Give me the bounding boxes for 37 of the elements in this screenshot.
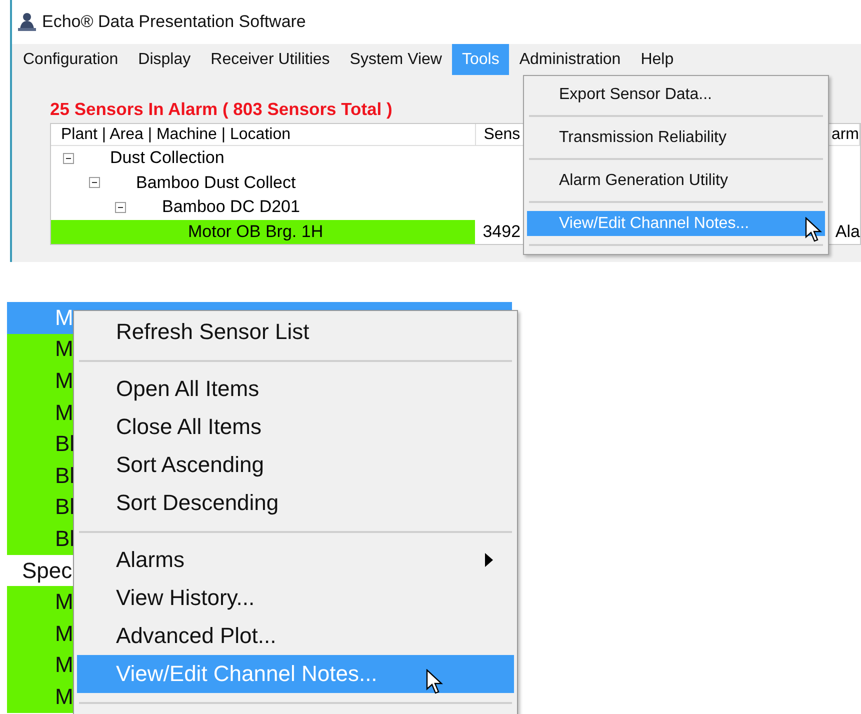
cursor-icon (805, 217, 823, 243)
menu-option[interactable]: Close All Items (77, 408, 514, 446)
collapse-icon[interactable] (89, 177, 100, 188)
tree-item-label: Bamboo Dust Collect (136, 172, 296, 193)
menu-option[interactable]: Alarm Generation Utility (527, 168, 825, 193)
menu-option[interactable]: Sort Descending (77, 484, 514, 522)
submenu-arrow-icon (484, 552, 494, 568)
cursor-icon (426, 669, 444, 695)
menu-item[interactable]: Display (128, 44, 201, 75)
menu-item[interactable]: System View (340, 44, 452, 75)
menu-option[interactable]: Transmission Reliability (527, 125, 825, 150)
table-cell: Ala (835, 222, 860, 242)
menu-item[interactable]: Receiver Utilities (200, 44, 340, 75)
tree-row[interactable]: Bamboo DC D201 (51, 195, 476, 220)
menu-option[interactable]: Open All Items (77, 370, 514, 408)
tree-item-label: Bamboo DC D201 (162, 197, 300, 218)
menu-option[interactable]: Export Sensor Data... (527, 82, 825, 107)
menu-option[interactable]: View History... (77, 579, 514, 617)
tree-row[interactable]: Motor OB Brg. 1H (51, 220, 475, 244)
alarm-summary: 25 Sensors In Alarm ( 803 Sensors Total ) (50, 99, 392, 119)
collapse-icon[interactable] (63, 152, 74, 164)
menu-option[interactable]: Alarms (77, 541, 514, 579)
window-title: Echo® Data Presentation Software (42, 12, 306, 32)
table-cell: 3492 (482, 222, 521, 242)
tree-item-label: Dust Collection (110, 148, 224, 168)
column-header[interactable]: Plant | Area | Machine | Location (51, 124, 476, 146)
menu-item[interactable]: Help (630, 44, 684, 75)
tree-row[interactable]: Bamboo Dust Collect (51, 170, 476, 195)
menu-option[interactable]: Sort Ascending (77, 446, 514, 484)
menu-option[interactable]: Refresh Sensor List (77, 313, 514, 351)
menu-option[interactable]: Advanced Plot... (77, 617, 514, 655)
collapse-icon[interactable] (115, 202, 126, 213)
app-icon (16, 11, 38, 33)
tree-row[interactable]: Dust Collection (51, 146, 476, 170)
menu-item[interactable]: Configuration (13, 44, 128, 75)
tree-item-label: Motor OB Brg. 1H (188, 222, 324, 242)
menu-item[interactable]: Administration (509, 44, 631, 75)
